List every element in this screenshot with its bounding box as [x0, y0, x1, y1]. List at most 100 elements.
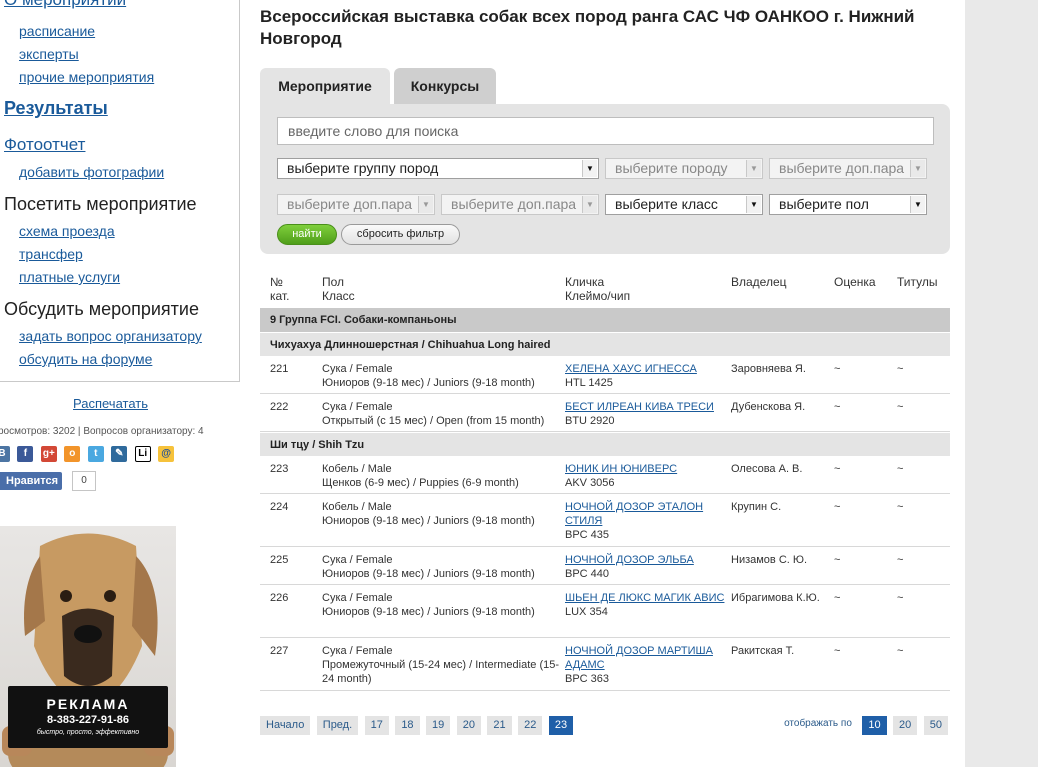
extra-param-select-2[interactable]: выберите доп.пара ▼	[277, 194, 435, 215]
experts-link[interactable]: эксперты	[19, 46, 79, 62]
header-class: Класс	[322, 289, 355, 303]
cell-class: Юниоров (9-18 мес) / Juniors (9-18 month…	[322, 606, 535, 618]
cell-num: 225	[270, 554, 289, 566]
table-row: 224 Кобель / Male Юниоров (9-18 мес) / J…	[260, 494, 950, 547]
extra-param-select-3[interactable]: выберите доп.пара ▼	[441, 194, 599, 215]
ask-organizer-link[interactable]: задать вопрос организатору	[19, 328, 202, 344]
per-page-50[interactable]: 50	[923, 716, 948, 735]
reset-filter-button[interactable]: сбросить фильтр	[341, 224, 460, 245]
transfer-link[interactable]: трансфер	[19, 246, 83, 262]
header-sex-class: Пол Класс	[322, 275, 355, 303]
per-page-10[interactable]: 10	[862, 716, 887, 735]
cell-grade: ~	[834, 401, 841, 413]
print-link[interactable]: Распечатать	[73, 396, 148, 411]
chevron-down-icon: ▼	[746, 196, 761, 213]
breed-select[interactable]: выберите породу ▼	[605, 158, 763, 179]
page-18[interactable]: 18	[395, 716, 420, 735]
cell-sex: Сука / Female	[322, 554, 393, 566]
cell-sex: Кобель / Male	[322, 463, 392, 475]
photo-report-link[interactable]: Фотоотчет	[4, 135, 85, 155]
schedule-link[interactable]: расписание	[19, 23, 95, 39]
other-events-link[interactable]: прочие мероприятия	[19, 69, 154, 85]
find-button[interactable]: найти	[277, 224, 337, 245]
facebook-icon[interactable]: f	[17, 446, 34, 462]
per-page-20[interactable]: 20	[893, 716, 918, 735]
page-17[interactable]: 17	[364, 716, 389, 735]
cell-class: Юниоров (9-18 мес) / Juniors (9-18 month…	[322, 377, 535, 389]
visit-heading: Посетить мероприятие	[4, 194, 197, 214]
cell-name: ЮНИК ИН ЮНИВЕРС AKV 3056	[565, 462, 725, 490]
cell-sex-class: Сука / Female Промежуточный (15-24 мес) …	[322, 644, 562, 686]
like-button[interactable]: Нравится	[0, 472, 63, 490]
chevron-down-icon: ▼	[910, 160, 925, 177]
add-photos-link[interactable]: добавить фотографии	[19, 164, 164, 180]
breed-group-select[interactable]: выберите группу пород ▼	[277, 158, 599, 179]
table-header: № кат. Пол Класс Кличка Клеймо/чип Владе…	[260, 272, 950, 308]
cell-name: ХЕЛЕНА ХАУС ИГНЕССА HTL 1425	[565, 362, 725, 390]
tab-event[interactable]: Мероприятие	[260, 68, 390, 104]
class-select[interactable]: выберите класс ▼	[605, 194, 763, 215]
page-21[interactable]: 21	[487, 716, 512, 735]
cell-brand: BTU 2920	[565, 415, 615, 427]
cell-sex-class: Сука / Female Юниоров (9-18 мес) / Junio…	[322, 591, 562, 619]
filter-panel: выберите группу пород ▼ выберите породу …	[260, 104, 950, 254]
breed-row: Чихуахуа Длинношерстная / Chihuahua Long…	[260, 332, 950, 356]
header-sex: Пол	[322, 275, 345, 289]
cell-num: 226	[270, 592, 289, 604]
dog-name-link[interactable]: НОЧНОЙ ДОЗОР ЭЛЬБА	[565, 554, 694, 566]
route-map-link[interactable]: схема проезда	[19, 223, 115, 239]
cell-name: НОЧНОЙ ДОЗОР ЭЛЬБА BPC 440	[565, 553, 725, 581]
chevron-down-icon: ▼	[910, 196, 925, 213]
cell-owner: Ракитская Т.	[731, 645, 795, 657]
livejournal-icon[interactable]: ✎	[111, 446, 128, 462]
dog-name-link[interactable]: НОЧНОЙ ДОЗОР ЭТАЛОН СТИЛЯ	[565, 501, 703, 527]
dog-name-link[interactable]: ШЬЕН ДЕ ЛЮКС МАГИК АВИС	[565, 592, 724, 604]
ad-banner[interactable]: РЕКЛАМА 8-383-227-91-86 быстро, просто, …	[0, 526, 176, 767]
cell-grade: ~	[834, 592, 841, 604]
extra-param-select-1-value: выберите доп.пара	[779, 160, 905, 176]
extra-param-select-1[interactable]: выберите доп.пара ▼	[769, 158, 927, 179]
forum-link[interactable]: обсудить на форуме	[19, 351, 152, 367]
search-input[interactable]	[277, 117, 934, 145]
sidebar: О мероприятии расписание эксперты прочие…	[0, 0, 242, 767]
cell-owner: Олесова А. В.	[731, 463, 803, 475]
cell-sex-class: Сука / Female Открытый (с 15 мес) / Open…	[322, 400, 562, 428]
sex-select[interactable]: выберите пол ▼	[769, 194, 927, 215]
paid-services-link[interactable]: платные услуги	[19, 269, 120, 285]
page-20[interactable]: 20	[456, 716, 481, 735]
page-19[interactable]: 19	[426, 716, 451, 735]
dog-name-link[interactable]: ЮНИК ИН ЮНИВЕРС	[565, 463, 677, 475]
page-23-current[interactable]: 23	[548, 716, 574, 735]
cell-sex-class: Кобель / Male Юниоров (9-18 мес) / Junio…	[322, 500, 562, 528]
liveinternet-icon[interactable]: Li	[134, 446, 151, 462]
tab-contests[interactable]: Конкурсы	[394, 68, 496, 104]
breed-select-value: выберите породу	[615, 160, 728, 176]
cell-brand: HTL 1425	[565, 377, 613, 389]
results-link[interactable]: Результаты	[4, 98, 108, 119]
ad-phone: 8-383-227-91-86	[47, 714, 129, 726]
vk-icon[interactable]: B	[0, 446, 10, 462]
like-label: Нравится	[6, 475, 59, 487]
cell-brand: BPC 435	[565, 529, 610, 541]
twitter-icon[interactable]: t	[87, 446, 104, 462]
table-row: 223 Кобель / Male Щенков (6-9 мес) / Pup…	[260, 456, 950, 494]
dog-name-link[interactable]: БЕСТ ИЛРЕАН КИВА ТРЕСИ	[565, 401, 714, 413]
cell-num: 223	[270, 463, 289, 475]
cell-owner: Дубенскова Я.	[731, 401, 806, 413]
pagination: Начало Пред. 17 18 19 20 21 22 23	[260, 716, 575, 735]
chevron-down-icon: ▼	[418, 196, 433, 213]
page-prev[interactable]: Пред.	[316, 716, 359, 735]
page-22[interactable]: 22	[518, 716, 543, 735]
googleplus-icon[interactable]: g+	[40, 446, 57, 462]
odnoklassniki-icon[interactable]: o	[64, 446, 81, 462]
cell-num: 224	[270, 501, 289, 513]
about-event-link[interactable]: О мероприятии	[4, 0, 126, 10]
header-brand: Клеймо/чип	[565, 289, 631, 303]
cell-sex-class: Сука / Female Юниоров (9-18 мес) / Junio…	[322, 362, 562, 390]
cell-grade: ~	[834, 501, 841, 513]
dog-name-link[interactable]: НОЧНОЙ ДОЗОР МАРТИША АДАМС	[565, 645, 713, 671]
page-first[interactable]: Начало	[260, 716, 311, 735]
cell-sex: Кобель / Male	[322, 501, 392, 513]
mailru-icon[interactable]: @	[158, 446, 175, 462]
dog-name-link[interactable]: ХЕЛЕНА ХАУС ИГНЕССА	[565, 363, 697, 375]
